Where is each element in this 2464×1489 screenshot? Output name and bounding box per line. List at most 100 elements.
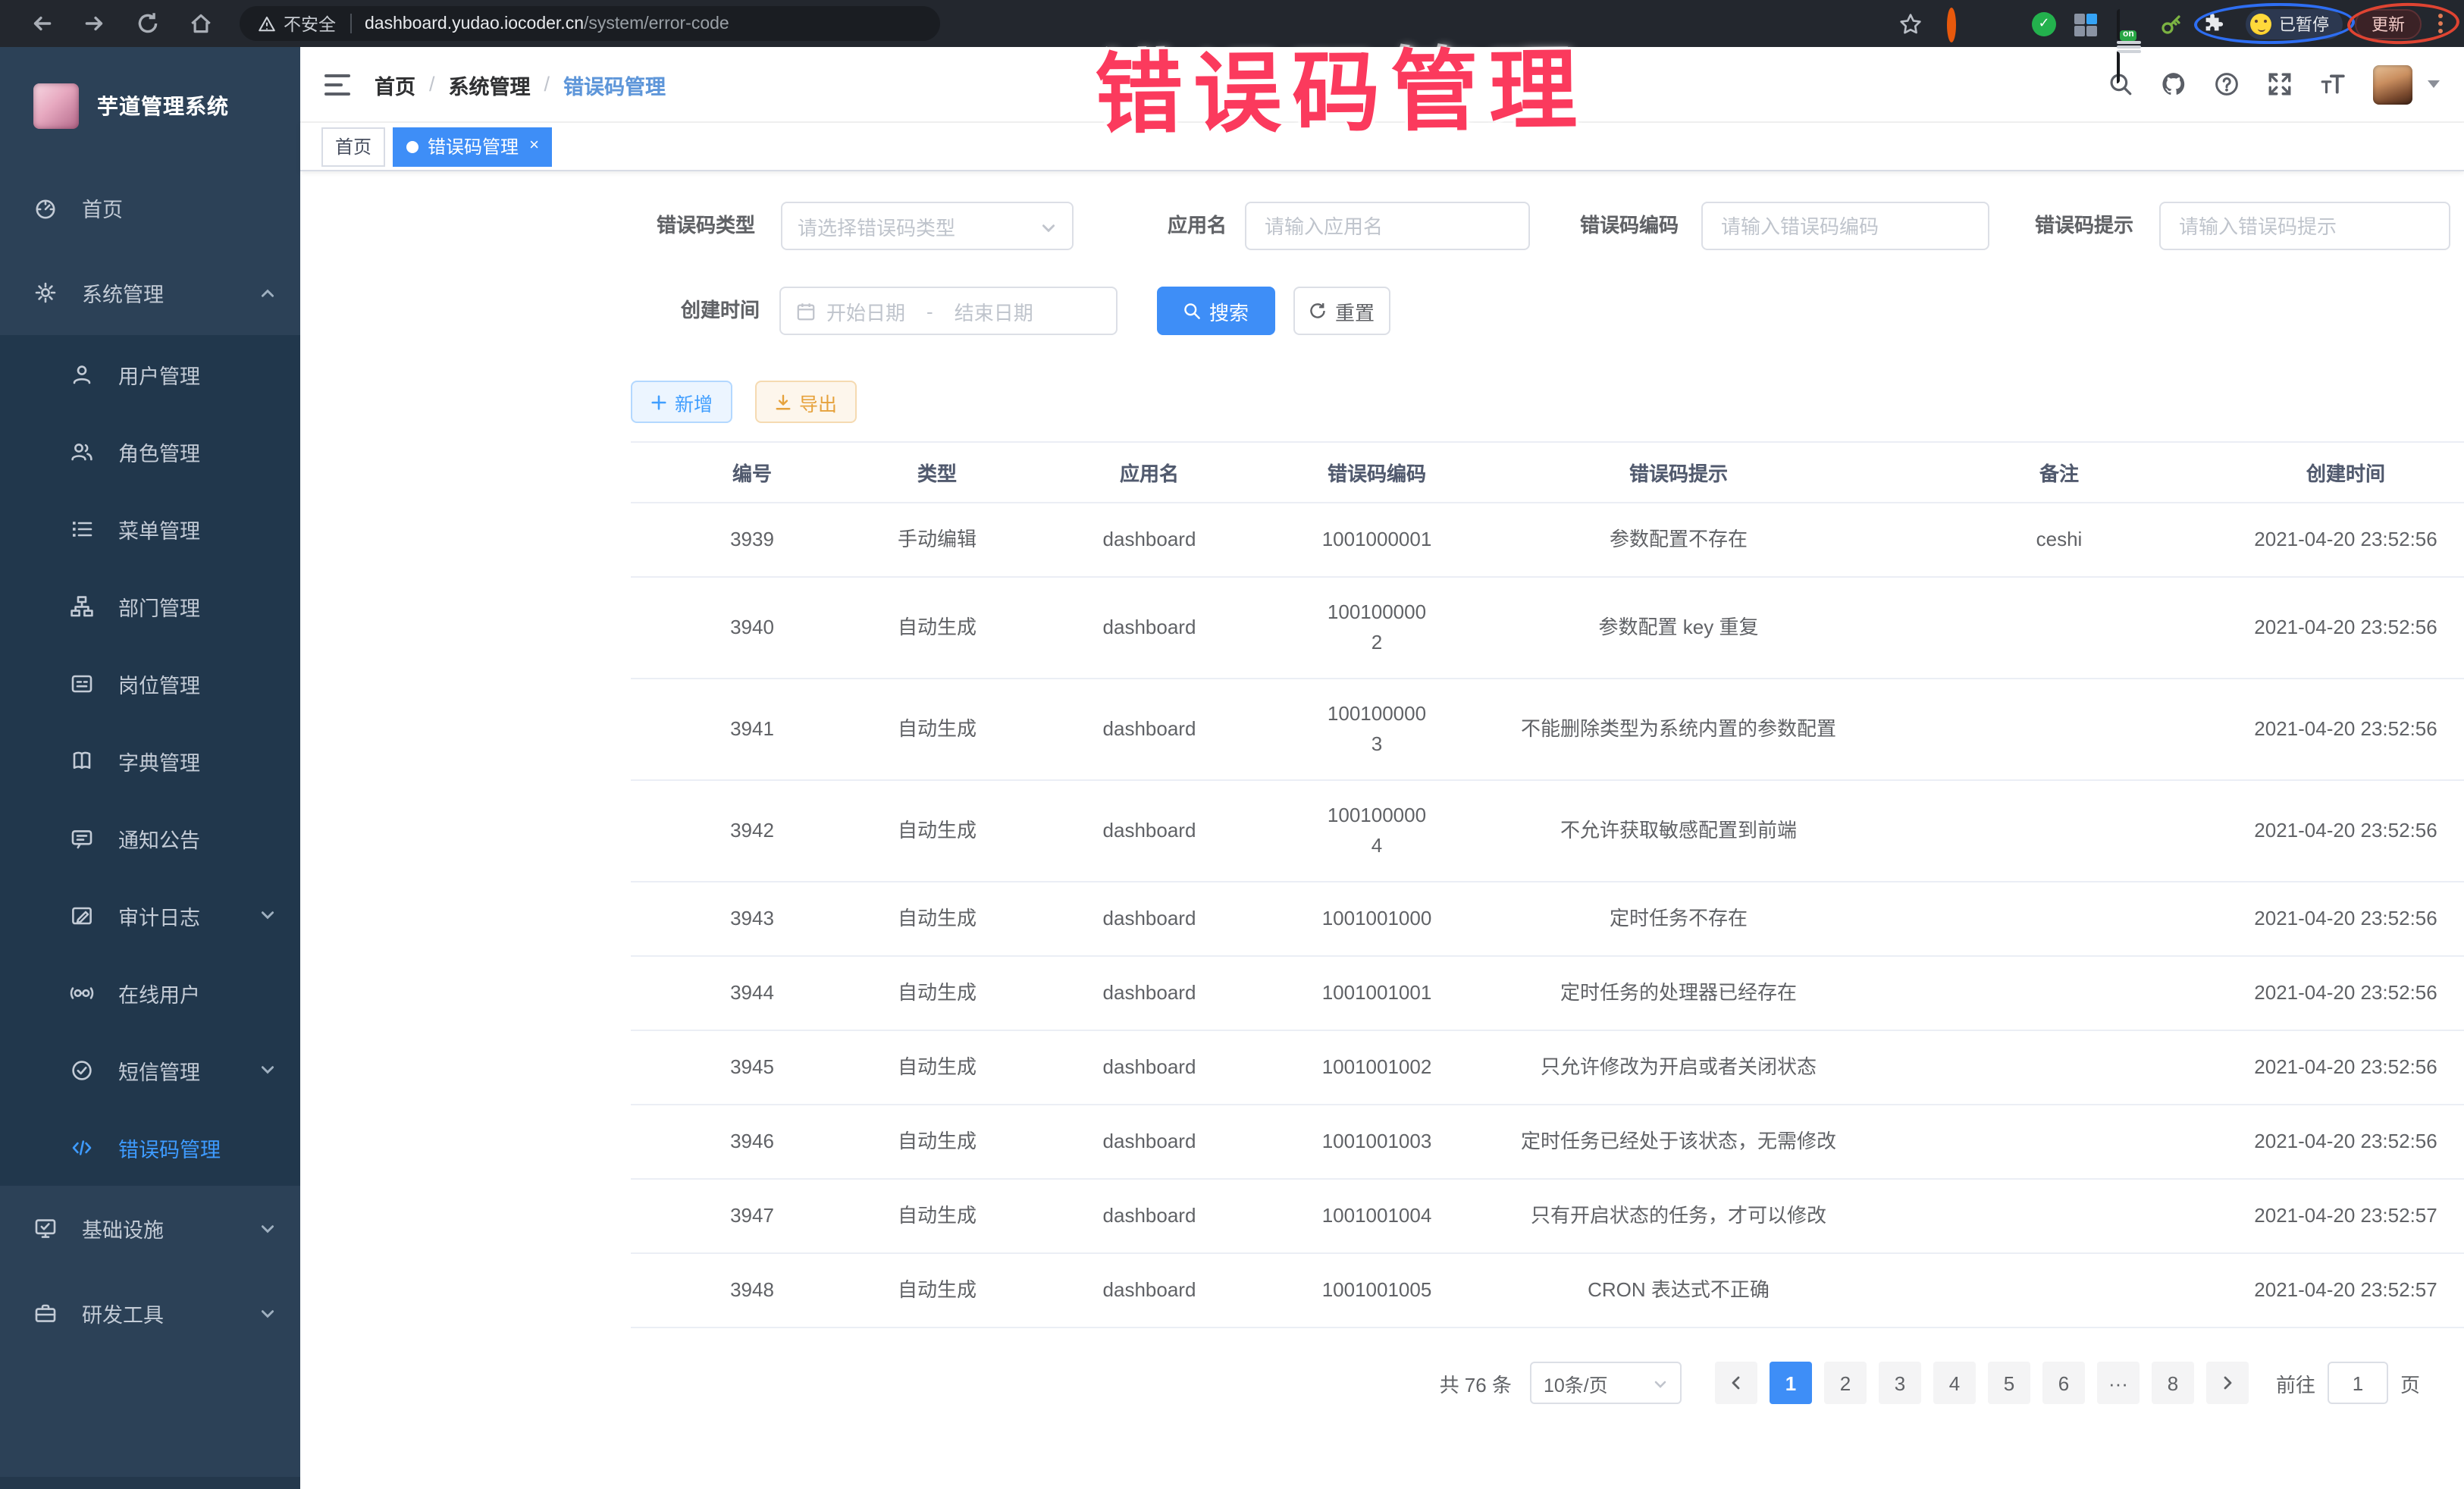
- app-name-input[interactable]: [1262, 213, 1513, 239]
- hamburger-icon[interactable]: [324, 74, 350, 95]
- sidebar-item-基础设施[interactable]: 基础设施: [0, 1186, 300, 1271]
- paused-extension-chip[interactable]: 已暂停: [2246, 8, 2343, 39]
- error-type-select[interactable]: 请选择错误码类型: [781, 202, 1074, 250]
- table-cell: [1901, 1253, 2217, 1328]
- table-cell: 定时任务已经处于该状态，无需修改: [1456, 1105, 1901, 1179]
- browser-update-button[interactable]: 更新: [2355, 8, 2422, 39]
- close-tab-icon[interactable]: ×: [529, 138, 539, 155]
- sidebar-item-label: 岗位管理: [118, 668, 200, 698]
- font-size-icon[interactable]: [2320, 71, 2346, 97]
- goto-suffix: 页: [2400, 1368, 2420, 1397]
- breadcrumb-home[interactable]: 首页: [375, 69, 415, 99]
- sidebar-item-首页[interactable]: 首页: [0, 165, 300, 250]
- tab-home[interactable]: 首页: [321, 127, 385, 166]
- page-button-4[interactable]: 4: [1933, 1362, 1976, 1404]
- page-button-3[interactable]: 3: [1879, 1362, 1921, 1404]
- tab-error-code[interactable]: 错误码管理 ×: [393, 127, 553, 166]
- reload-icon[interactable]: [135, 11, 161, 36]
- forward-icon[interactable]: [82, 11, 108, 36]
- table-row: 3945自动生成dashboard1001001002只允许修改为开启或者关闭状…: [631, 1030, 2464, 1105]
- app-logo[interactable]: 芋道管理系统: [0, 47, 300, 165]
- help-icon[interactable]: [2214, 71, 2240, 97]
- table-cell: 2021-04-20 23:52:56: [2217, 503, 2464, 577]
- error-hint-input[interactable]: [2176, 213, 2434, 239]
- page-buttons: 123456 ··· 8: [1763, 1362, 2200, 1404]
- table-row: 3948自动生成dashboard1001001005CRON 表达式不正确20…: [631, 1253, 2464, 1328]
- extension-gem-icon[interactable]: [1989, 11, 2014, 36]
- chevron-down-icon: [259, 1220, 276, 1237]
- sidebar-item-短信管理[interactable]: 短信管理: [0, 1031, 300, 1108]
- table-cell: 自动生成: [873, 577, 1001, 679]
- page-button-5[interactable]: 5: [1988, 1362, 2030, 1404]
- sidebar-item-字典管理[interactable]: 字典管理: [0, 722, 300, 799]
- home-icon[interactable]: [188, 11, 214, 36]
- table-cell: 自动生成: [873, 679, 1001, 780]
- extension-key-icon[interactable]: [2159, 11, 2183, 36]
- date-range-picker[interactable]: 开始日期 - 结束日期: [779, 287, 1118, 335]
- sidebar-item-系统管理[interactable]: 系统管理: [0, 250, 300, 335]
- sidebar-item-label: 短信管理: [118, 1055, 200, 1085]
- fullscreen-icon[interactable]: [2267, 71, 2293, 97]
- extension-green-check-icon[interactable]: ✓: [2032, 11, 2056, 36]
- sidebar-item-label: 部门管理: [118, 591, 200, 621]
- sidebar: 芋道管理系统 首页系统管理用户管理角色管理菜单管理部门管理岗位管理字典管理通知公…: [0, 47, 300, 1489]
- export-button[interactable]: 导出: [755, 381, 857, 423]
- back-icon[interactable]: [29, 11, 55, 36]
- sidebar-item-通知公告[interactable]: 通知公告: [0, 799, 300, 876]
- reset-button[interactable]: 重置: [1293, 287, 1390, 335]
- extension-list-icon[interactable]: on: [2117, 11, 2141, 36]
- table-cell-code: 100100000 4: [1298, 780, 1456, 882]
- extensions-puzzle-icon[interactable]: [2202, 12, 2224, 35]
- table-row: 3944自动生成dashboard1001001001定时任务的处理器已经存在2…: [631, 956, 2464, 1030]
- sms-icon: [70, 1058, 94, 1082]
- github-icon[interactable]: [2161, 71, 2187, 97]
- column-header: 错误码提示: [1456, 442, 1901, 503]
- chevron-up-icon: [259, 284, 276, 301]
- logo-avatar: [33, 83, 79, 129]
- sidebar-item-部门管理[interactable]: 部门管理: [0, 567, 300, 644]
- prev-page-button[interactable]: [1715, 1362, 1757, 1404]
- sidebar-item-用户管理[interactable]: 用户管理: [0, 335, 300, 412]
- page-button-6[interactable]: 6: [2042, 1362, 2085, 1404]
- error-type-label: 错误码类型: [588, 202, 755, 250]
- sidebar-item-研发工具[interactable]: 研发工具: [0, 1271, 300, 1356]
- extension-blocks-icon[interactable]: [2074, 11, 2099, 36]
- error-code-input[interactable]: [1718, 213, 1973, 239]
- breadcrumb-system[interactable]: 系统管理: [449, 69, 531, 99]
- page-button-1[interactable]: 1: [1770, 1362, 1812, 1404]
- table-cell: [1901, 780, 2217, 882]
- next-page-button[interactable]: [2206, 1362, 2249, 1404]
- sidebar-item-岗位管理[interactable]: 岗位管理: [0, 644, 300, 722]
- app-name-field[interactable]: [1245, 202, 1530, 250]
- sidebar-item-角色管理[interactable]: 角色管理: [0, 412, 300, 490]
- users-icon: [70, 439, 94, 463]
- page-size-select[interactable]: 10条/页: [1530, 1362, 1682, 1404]
- search-icon[interactable]: [2108, 71, 2133, 97]
- sidebar-item-菜单管理[interactable]: 菜单管理: [0, 490, 300, 567]
- goto-page-input[interactable]: [2328, 1362, 2388, 1404]
- add-button[interactable]: 新增: [631, 381, 732, 423]
- chevron-down-icon: [1040, 218, 1057, 234]
- browser-menu-icon[interactable]: [2431, 10, 2449, 37]
- error-code-field[interactable]: [1701, 202, 1989, 250]
- sidebar-menu: 首页系统管理用户管理角色管理菜单管理部门管理岗位管理字典管理通知公告审计日志在线…: [0, 165, 300, 1477]
- user-avatar[interactable]: [2373, 64, 2412, 104]
- page-button-2[interactable]: 2: [1824, 1362, 1867, 1404]
- address-bar[interactable]: 不安全 dashboard.yudao.iocoder.cn/system/er…: [240, 6, 940, 41]
- chevron-down-icon: [259, 1305, 276, 1321]
- caret-down-icon[interactable]: [2428, 80, 2440, 88]
- bookmark-star-icon[interactable]: [1898, 11, 1923, 36]
- goto-page: 前往 页: [2276, 1362, 2420, 1404]
- sidebar-item-审计日志[interactable]: 审计日志: [0, 876, 300, 954]
- error-hint-field[interactable]: [2159, 202, 2450, 250]
- extension-orange-icon[interactable]: [1947, 11, 1971, 36]
- sidebar-item-label: 审计日志: [118, 900, 200, 930]
- search-button[interactable]: 搜索: [1157, 287, 1275, 335]
- more-pages-button[interactable]: ···: [2097, 1362, 2140, 1404]
- table-cell: dashboard: [1001, 780, 1298, 882]
- chevron-down-icon: [1653, 1375, 1668, 1390]
- page-button-8[interactable]: 8: [2152, 1362, 2194, 1404]
- sidebar-item-在线用户[interactable]: 在线用户: [0, 954, 300, 1031]
- table-cell: 2021-04-20 23:52:56: [2217, 956, 2464, 1030]
- sidebar-item-错误码管理[interactable]: 错误码管理: [0, 1108, 300, 1186]
